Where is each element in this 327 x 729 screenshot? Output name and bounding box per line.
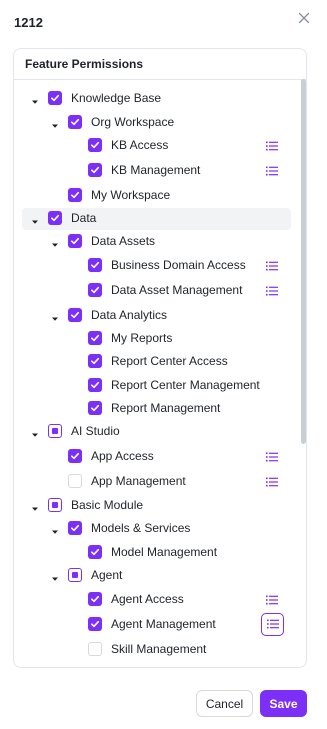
tree-label: Report Management <box>111 401 221 415</box>
tree-row-skill-management[interactable]: Skill Management <box>14 639 296 661</box>
tree-row-report-center-management[interactable]: Report Center Management <box>14 375 296 397</box>
tree-row-app-access[interactable]: App Access <box>14 446 296 468</box>
tree-row-agent-management[interactable]: Agent Management <box>14 613 296 636</box>
list-settings-icon[interactable] <box>263 162 281 180</box>
checkbox-agent-access[interactable] <box>88 592 102 606</box>
tree-row-kb-access[interactable]: KB Access <box>14 135 296 157</box>
tree-label: Basic Module <box>71 498 144 512</box>
tree-label: Org Workspace <box>91 115 175 129</box>
tree-row-kb-management[interactable]: KB Management <box>14 160 296 182</box>
tree-label: KB Access <box>111 138 169 152</box>
tree-row-ai-studio[interactable]: AI Studio <box>14 421 296 443</box>
tree-row-agent-access[interactable]: Agent Access <box>14 589 296 611</box>
tree-row-report-management[interactable]: Report Management <box>14 398 296 420</box>
checkbox-models-and-services[interactable] <box>68 521 82 535</box>
tree-label: Skill Management <box>111 642 207 656</box>
tree-label: My Reports <box>111 331 173 345</box>
caret-down-icon[interactable] <box>50 118 60 128</box>
caret-down-icon[interactable] <box>30 427 40 437</box>
checkbox-data-assets[interactable] <box>68 234 82 248</box>
checkbox-my-reports[interactable] <box>88 331 102 345</box>
tree-label: Report Center Access <box>111 354 228 368</box>
list-settings-icon[interactable] <box>263 591 281 609</box>
permissions-panel: Feature Permissions Knowledge Base Org Wo… <box>13 48 307 668</box>
list-settings-icon[interactable] <box>263 282 281 300</box>
checkbox-business-domain-access[interactable] <box>88 258 102 272</box>
tree-row-org-workspace[interactable]: Org Workspace <box>14 112 296 134</box>
tree-label: Knowledge Base <box>71 91 162 105</box>
tree-row-knowledge-base[interactable]: Knowledge Base <box>14 88 296 110</box>
tree-label: My Workspace <box>91 188 171 202</box>
tree-row-business-domain-access[interactable]: Business Domain Access <box>14 255 296 277</box>
caret-down-icon[interactable] <box>50 524 60 534</box>
checkbox-kb-access[interactable] <box>88 138 102 152</box>
caret-down-icon[interactable] <box>50 311 60 321</box>
tree-label: Agent Management <box>111 617 216 631</box>
checkbox-report-management[interactable] <box>88 401 102 415</box>
tree-label: KB Management <box>111 163 201 177</box>
tree-row-app-management[interactable]: App Management <box>14 471 296 493</box>
tree-row-models-and-services[interactable]: Models & Services <box>14 518 296 540</box>
caret-down-icon[interactable] <box>30 214 40 224</box>
caret-down-icon[interactable] <box>50 237 60 247</box>
tree-label: Agent <box>91 568 123 582</box>
checkbox-data-asset-management[interactable] <box>88 283 102 297</box>
checkbox-basic-module[interactable] <box>48 498 62 512</box>
list-settings-icon[interactable] <box>263 448 281 466</box>
tree-label: AI Studio <box>71 424 120 438</box>
tree-label: Data <box>71 211 97 225</box>
checkbox-data[interactable] <box>48 211 62 225</box>
tree-label: Data Assets <box>91 234 156 248</box>
checkbox-my-workspace[interactable] <box>68 188 82 202</box>
tree-row-data-asset-management[interactable]: Data Asset Management <box>14 280 296 302</box>
list-settings-icon[interactable] <box>263 137 281 155</box>
tree-row-report-center-access[interactable]: Report Center Access <box>14 351 296 373</box>
tree-label: Agent Access <box>111 592 184 606</box>
tree-row-data[interactable]: Data <box>22 208 291 230</box>
panel-divider <box>14 79 306 80</box>
checkbox-ai-studio[interactable] <box>48 424 62 438</box>
panel-title: Feature Permissions <box>25 57 144 71</box>
checkbox-app-access[interactable] <box>68 449 82 463</box>
list-settings-icon[interactable] <box>261 613 284 636</box>
checkbox-model-management[interactable] <box>88 545 102 559</box>
checkbox-skill-management[interactable] <box>88 642 102 656</box>
close-icon[interactable] <box>296 10 312 26</box>
caret-down-icon[interactable] <box>30 501 40 511</box>
tree-label: Models & Services <box>91 521 191 535</box>
caret-down-icon[interactable] <box>50 571 60 581</box>
list-settings-icon[interactable] <box>263 473 281 491</box>
tree-row-data-assets[interactable]: Data Assets <box>14 231 296 253</box>
checkbox-report-center-access[interactable] <box>88 354 102 368</box>
cancel-button[interactable]: Cancel <box>196 690 253 717</box>
checkbox-kb-management[interactable] <box>88 163 102 177</box>
checkbox-app-management[interactable] <box>68 474 82 488</box>
feature-permissions-modal: 1212 Feature Permissions Knowledge Base O… <box>0 0 327 729</box>
modal-title: 1212 <box>14 15 43 30</box>
tree-row-my-workspace[interactable]: My Workspace <box>14 185 296 207</box>
tree-row-data-analytics[interactable]: Data Analytics <box>14 305 296 327</box>
tree-label: Data Asset Management <box>111 283 243 297</box>
tree-row-basic-module[interactable]: Basic Module <box>14 495 296 517</box>
checkbox-org-workspace[interactable] <box>68 115 82 129</box>
tree-row-model-management[interactable]: Model Management <box>14 542 296 564</box>
save-button[interactable]: Save <box>260 690 307 717</box>
checkbox-knowledge-base[interactable] <box>48 91 62 105</box>
checkbox-agent[interactable] <box>68 568 82 582</box>
caret-down-icon[interactable] <box>30 94 40 104</box>
tree-label: Data Analytics <box>91 308 168 322</box>
checkbox-data-analytics[interactable] <box>68 308 82 322</box>
tree-label: Report Center Management <box>111 378 260 392</box>
tree-label: App Access <box>91 449 154 463</box>
tree-row-my-reports[interactable]: My Reports <box>14 328 296 350</box>
checkbox-report-center-management[interactable] <box>88 378 102 392</box>
tree-label: App Management <box>91 474 186 488</box>
checkbox-agent-management[interactable] <box>88 617 102 631</box>
list-settings-icon[interactable] <box>263 257 281 275</box>
tree-label: Model Management <box>111 545 218 559</box>
tree-label: Business Domain Access <box>111 258 246 272</box>
tree-row-agent[interactable]: Agent <box>14 565 296 587</box>
scrollbar[interactable] <box>301 79 306 444</box>
